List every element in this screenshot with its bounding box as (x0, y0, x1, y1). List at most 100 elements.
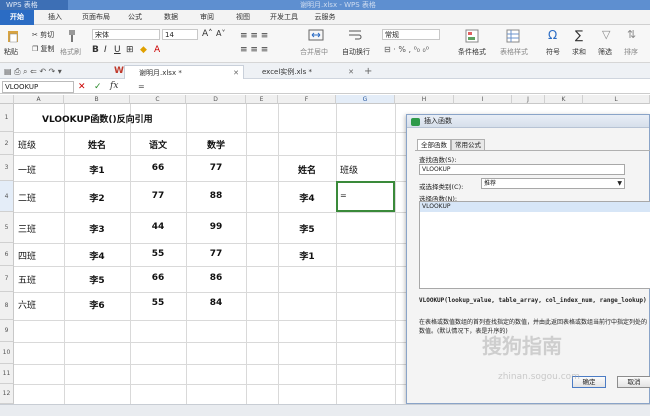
column-header-k[interactable]: K (545, 95, 583, 104)
header-class[interactable]: 班级 (18, 138, 36, 151)
cell-class[interactable]: 六班 (18, 298, 36, 311)
format-painter-icon[interactable] (66, 29, 78, 43)
font-color-icon[interactable]: A (154, 45, 160, 55)
menu-review[interactable]: 审阅 (194, 10, 220, 25)
sum-button[interactable]: 求和 (572, 47, 586, 57)
conditional-format-button[interactable]: 条件格式 (458, 47, 486, 57)
menu-data[interactable]: 数据 (158, 10, 184, 25)
column-header-l[interactable]: L (583, 95, 650, 104)
sheet-title[interactable]: VLOOKUP函数()反向引用 (42, 112, 153, 125)
lookup-name[interactable]: 李5 (278, 222, 336, 235)
copy-button[interactable]: ❐ 复制 (32, 44, 55, 54)
menu-insert[interactable]: 插入 (40, 10, 70, 25)
cell-math[interactable]: 77 (186, 163, 246, 173)
cell-class[interactable]: 一班 (18, 163, 36, 176)
cell-class[interactable]: 五班 (18, 273, 36, 286)
lookup-name[interactable]: 李1 (278, 249, 336, 262)
sigma-icon[interactable]: ∑ (575, 28, 583, 42)
formula-input[interactable]: = (138, 82, 145, 91)
cell-class[interactable]: 三班 (18, 222, 36, 235)
border-icon[interactable]: ⊞ (126, 45, 134, 55)
lookup-header-name[interactable]: 姓名 (278, 163, 336, 176)
paste-icon[interactable] (6, 29, 20, 43)
column-header-e[interactable]: E (246, 95, 278, 104)
select-all-corner[interactable] (0, 95, 14, 104)
cancel-button[interactable]: 取消 (617, 376, 650, 388)
cell-chinese[interactable]: 44 (130, 222, 186, 232)
column-header-g[interactable]: G (336, 95, 395, 104)
row-header[interactable]: 2 (0, 132, 14, 155)
row-header[interactable]: 4 (0, 181, 14, 212)
cell-class[interactable]: 二班 (18, 191, 36, 204)
percent-icon[interactable]: ⊟ · % , ⁰₀ ₀⁰ (384, 45, 429, 54)
bold-icon[interactable]: B (92, 45, 99, 55)
cell-chinese[interactable]: 55 (130, 298, 186, 308)
quick-access-icons[interactable]: ▤ ⎙ ⌕ ⇐ ↶ ↷ ▾ (4, 67, 62, 77)
row-header[interactable]: 3 (0, 155, 14, 181)
column-header-h[interactable]: H (395, 95, 454, 104)
column-header-b[interactable]: B (64, 95, 130, 104)
column-header-j[interactable]: J (512, 95, 545, 104)
table-style-button[interactable]: 表格样式 (500, 47, 528, 57)
menu-formulas[interactable]: 公式 (122, 10, 148, 25)
column-header-a[interactable]: A (14, 95, 64, 104)
cell-class[interactable]: 四班 (18, 249, 36, 262)
row-header[interactable]: 11 (0, 364, 14, 384)
column-header-c[interactable]: C (130, 95, 186, 104)
column-header-f[interactable]: F (278, 95, 336, 104)
filter-button[interactable]: 筛选 (598, 47, 612, 57)
menu-view[interactable]: 视图 (230, 10, 256, 25)
font-name-select[interactable]: 宋体 (92, 29, 160, 40)
lookup-header-class[interactable]: 班级 (340, 163, 358, 176)
cell-math[interactable]: 99 (186, 222, 246, 232)
symbol-button[interactable]: 符号 (546, 47, 560, 57)
format-painter-button[interactable]: 格式刷 (60, 47, 81, 57)
number-format-select[interactable]: 常规 (382, 29, 440, 40)
header-name[interactable]: 姓名 (64, 138, 130, 151)
fill-color-icon[interactable]: ◆ (140, 45, 147, 55)
row-header[interactable]: 7 (0, 266, 14, 292)
menu-home[interactable]: 开始 (0, 10, 34, 25)
tab-excel-example[interactable]: excel实例.xls * ✕ (248, 65, 358, 79)
row-header[interactable]: 10 (0, 342, 14, 364)
table-style-icon[interactable] (506, 29, 520, 43)
tab-all-functions[interactable]: 全部函数 (417, 139, 451, 150)
conditional-format-icon[interactable] (465, 29, 479, 43)
merge-center-button[interactable]: 合并居中 (300, 47, 328, 57)
cell-name[interactable]: 李3 (64, 222, 130, 235)
italic-icon[interactable]: I (104, 45, 107, 55)
cell-chinese[interactable]: 55 (130, 249, 186, 259)
cell-math[interactable]: 86 (186, 273, 246, 283)
cell-name[interactable]: 李2 (64, 191, 130, 204)
row-header[interactable]: 1 (0, 104, 14, 132)
name-box[interactable]: VLOOKUP (2, 81, 74, 93)
cell-name[interactable]: 李1 (64, 163, 130, 176)
omega-icon[interactable]: Ω (548, 28, 557, 42)
close-icon[interactable]: ✕ (233, 66, 239, 80)
close-icon[interactable]: ✕ (348, 65, 354, 79)
wrap-text-icon[interactable] (348, 29, 362, 41)
cell-math[interactable]: 88 (186, 191, 246, 201)
cell-name[interactable]: 李5 (64, 273, 130, 286)
font-grow-icon[interactable]: A˄ (202, 29, 213, 39)
row-header[interactable]: 5 (0, 212, 14, 243)
column-header-i[interactable]: I (454, 95, 512, 104)
underline-icon[interactable]: U (114, 45, 121, 55)
cut-button[interactable]: ✂ 剪切 (32, 30, 54, 40)
menu-page-layout[interactable]: 页面布局 (78, 10, 114, 25)
cell-math[interactable]: 77 (186, 249, 246, 259)
insert-function-icon[interactable]: fx (110, 81, 118, 91)
header-math[interactable]: 数学 (186, 138, 246, 151)
cell-math[interactable]: 84 (186, 298, 246, 308)
cell-name[interactable]: 李6 (64, 298, 130, 311)
merge-center-icon[interactable] (308, 29, 324, 41)
row-header[interactable]: 8 (0, 292, 14, 320)
category-select[interactable]: 推荐 ▼ (481, 178, 625, 189)
menu-cloud[interactable]: 云服务 (310, 10, 340, 25)
wrap-text-button[interactable]: 自动换行 (342, 47, 370, 57)
sort-icon[interactable]: ⇅ (627, 28, 636, 41)
cell-chinese[interactable]: 66 (130, 273, 186, 283)
menu-developer[interactable]: 开发工具 (266, 10, 302, 25)
new-tab-icon[interactable]: + (364, 66, 372, 77)
filter-icon[interactable]: ▽ (602, 28, 610, 41)
